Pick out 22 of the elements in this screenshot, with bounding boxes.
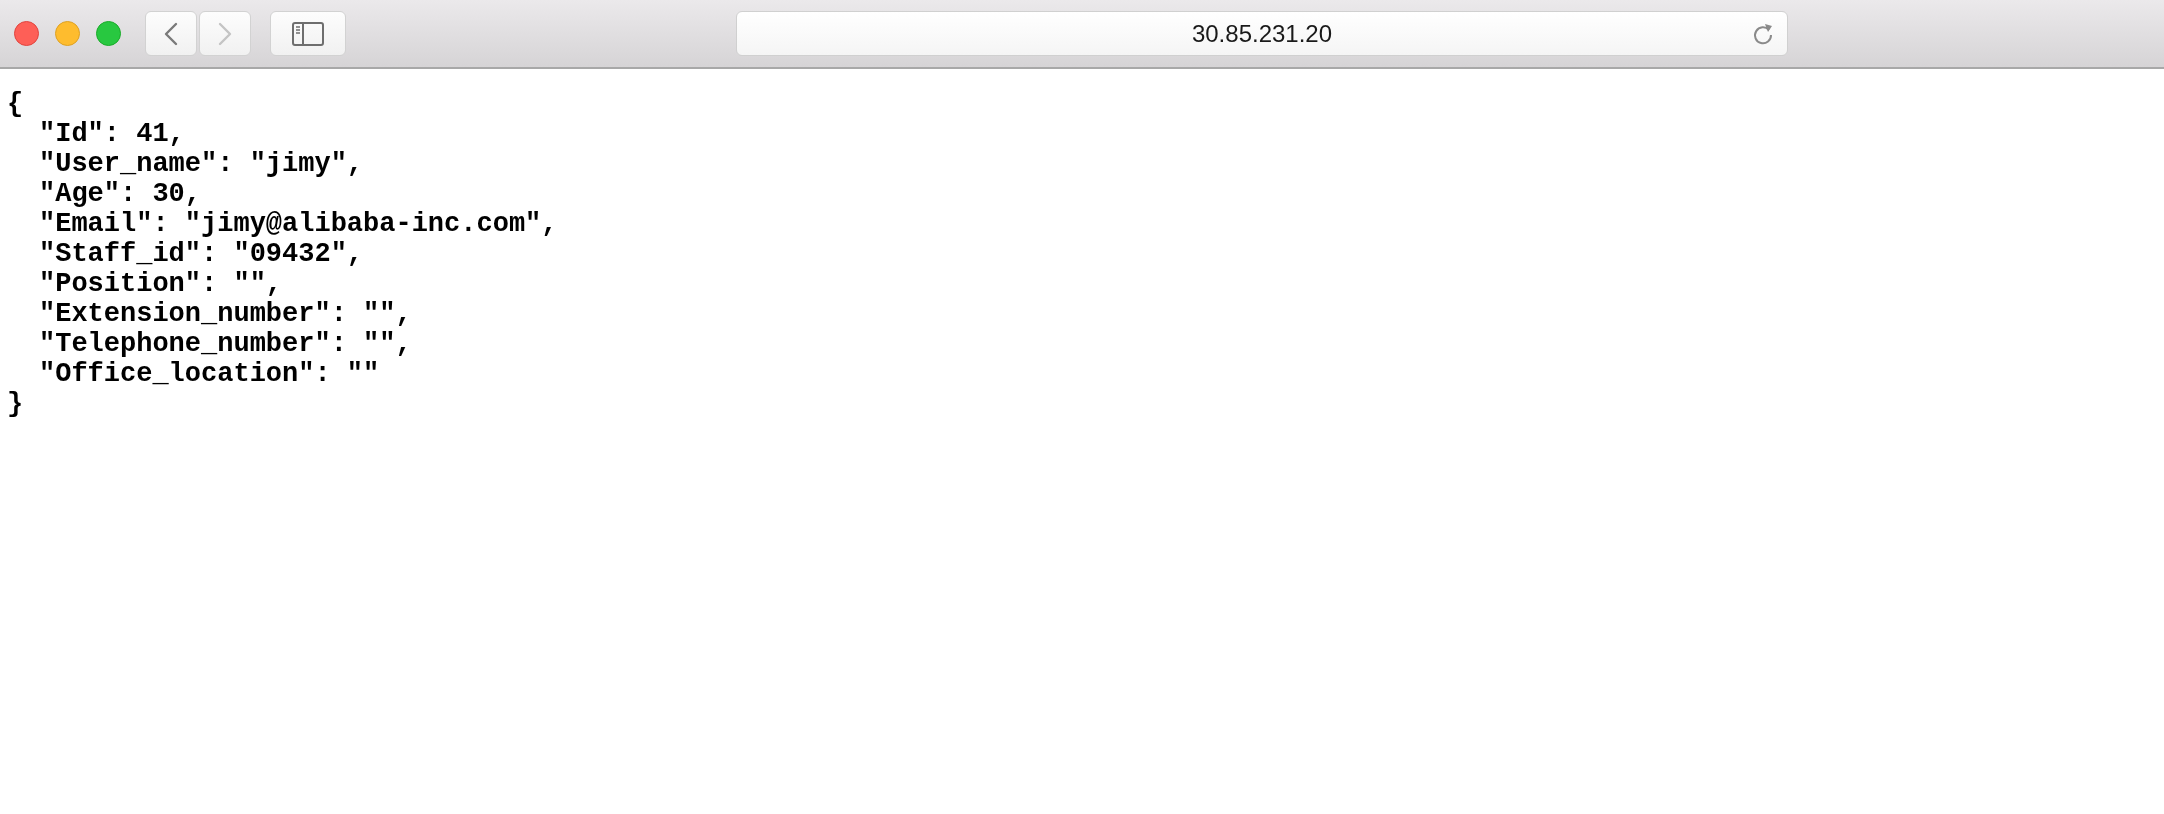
json-line: "Extension_number": "",	[39, 299, 412, 329]
chevron-right-icon	[218, 21, 232, 46]
minimize-window-icon[interactable]	[55, 21, 80, 46]
zoom-window-icon[interactable]	[96, 21, 121, 46]
address-field[interactable]: 30.85.231.20	[736, 11, 1788, 56]
back-button[interactable]	[145, 11, 197, 56]
json-line: "Staff_id": "09432",	[39, 239, 364, 269]
json-line: "Position": "",	[39, 269, 283, 299]
json-brace: }	[7, 389, 24, 419]
json-line: "User_name": "jimy",	[39, 149, 364, 179]
json-line: "Email": "jimy@alibaba-inc.com",	[39, 209, 558, 239]
json-line: "Telephone_number": "",	[39, 329, 412, 359]
json-line: "Id": 41,	[39, 119, 185, 149]
json-brace: {	[7, 89, 24, 119]
json-line: "Age": 30,	[39, 179, 202, 209]
address-text: 30.85.231.20	[1191, 18, 1333, 49]
json-line: "Office_location": ""	[39, 359, 380, 389]
reload-icon[interactable]	[1751, 22, 1775, 46]
close-window-icon[interactable]	[14, 21, 39, 46]
sidebar-icon	[292, 21, 324, 46]
sidebar-button[interactable]	[270, 11, 346, 56]
chevron-left-icon	[164, 21, 178, 46]
